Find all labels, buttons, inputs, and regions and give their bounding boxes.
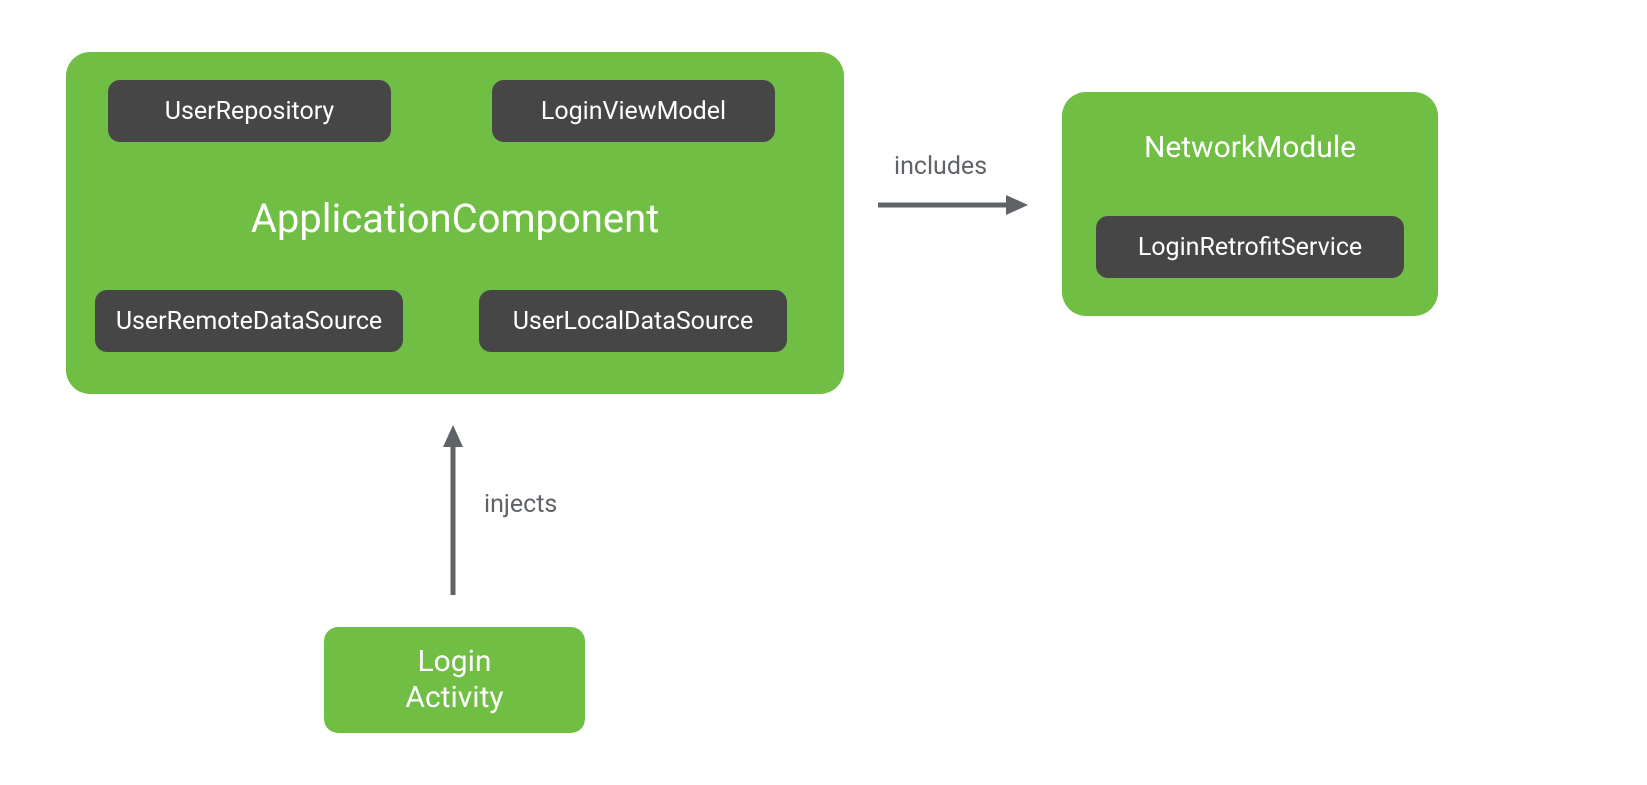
injects-arrow-icon [438, 425, 468, 595]
network-module-title: NetworkModule [1062, 130, 1438, 165]
pill-login-view-model-label: LoginViewModel [541, 97, 726, 126]
includes-arrow-icon [878, 190, 1028, 220]
application-component-title: ApplicationComponent [66, 195, 844, 242]
login-activity-line2: Activity [405, 680, 503, 716]
pill-user-remote-data-source: UserRemoteDataSource [95, 290, 403, 352]
pill-user-local-data-source-label: UserLocalDataSource [513, 307, 754, 336]
pill-user-local-data-source: UserLocalDataSource [479, 290, 787, 352]
pill-login-view-model: LoginViewModel [492, 80, 775, 142]
login-activity-line1: Login [405, 644, 503, 680]
network-module-block [1062, 92, 1438, 316]
pill-login-retrofit-service: LoginRetrofitService [1096, 216, 1404, 278]
pill-login-retrofit-service-label: LoginRetrofitService [1138, 233, 1362, 262]
pill-user-repository: UserRepository [108, 80, 391, 142]
login-activity-block: Login Activity [324, 627, 585, 733]
injects-label: injects [484, 490, 557, 519]
pill-user-repository-label: UserRepository [165, 97, 335, 126]
includes-label: includes [894, 152, 987, 181]
pill-user-remote-data-source-label: UserRemoteDataSource [116, 307, 382, 336]
